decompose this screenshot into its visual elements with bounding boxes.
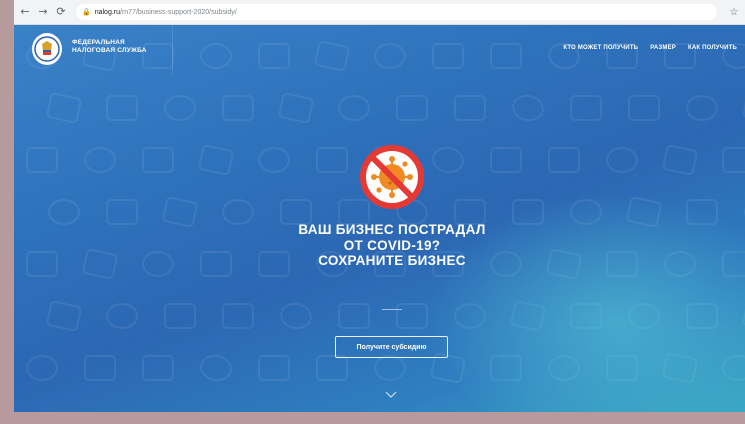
forward-icon[interactable]: → [36,5,50,19]
hero-content: ВАШ БИЗНЕС ПОСТРАДАЛ ОТ COVID-19? СОХРАН… [14,25,745,412]
get-subsidy-button[interactable]: Получите субсидию [335,336,448,358]
hero-section: ФЕДЕРАЛЬНАЯ НАЛОГОВАЯ СЛУЖБА КТО МОЖЕТ П… [14,25,745,412]
hero-headline: ВАШ БИЗНЕС ПОСТРАДАЛ ОТ COVID-19? СОХРАН… [229,222,555,269]
back-icon[interactable]: ← [18,5,32,19]
browser-window: ← → ⟳ 🔒 nalog.ru /rn77/business-support-… [14,0,745,412]
address-bar[interactable]: 🔒 nalog.ru /rn77/business-support-2020/s… [76,4,717,20]
headline-line-2: ОТ COVID-19? [343,237,441,253]
url-host: nalog.ru [94,8,121,16]
url-path: /rn77/business-support-2020/subsidy/ [120,8,237,16]
no-virus-icon [360,145,424,209]
reload-icon[interactable]: ⟳ [54,5,68,19]
headline-line-3: СОХРАНИТЕ БИЗНЕС [318,253,466,268]
star-icon[interactable]: ☆ [727,7,741,18]
headline-line-1: ВАШ БИЗНЕС ПОСТРАДАЛ [298,222,486,237]
chevron-down-icon[interactable] [385,391,397,399]
browser-toolbar: ← → ⟳ 🔒 nalog.ru /rn77/business-support-… [14,0,745,25]
lock-icon: 🔒 [82,9,91,16]
headline-divider [382,309,402,310]
